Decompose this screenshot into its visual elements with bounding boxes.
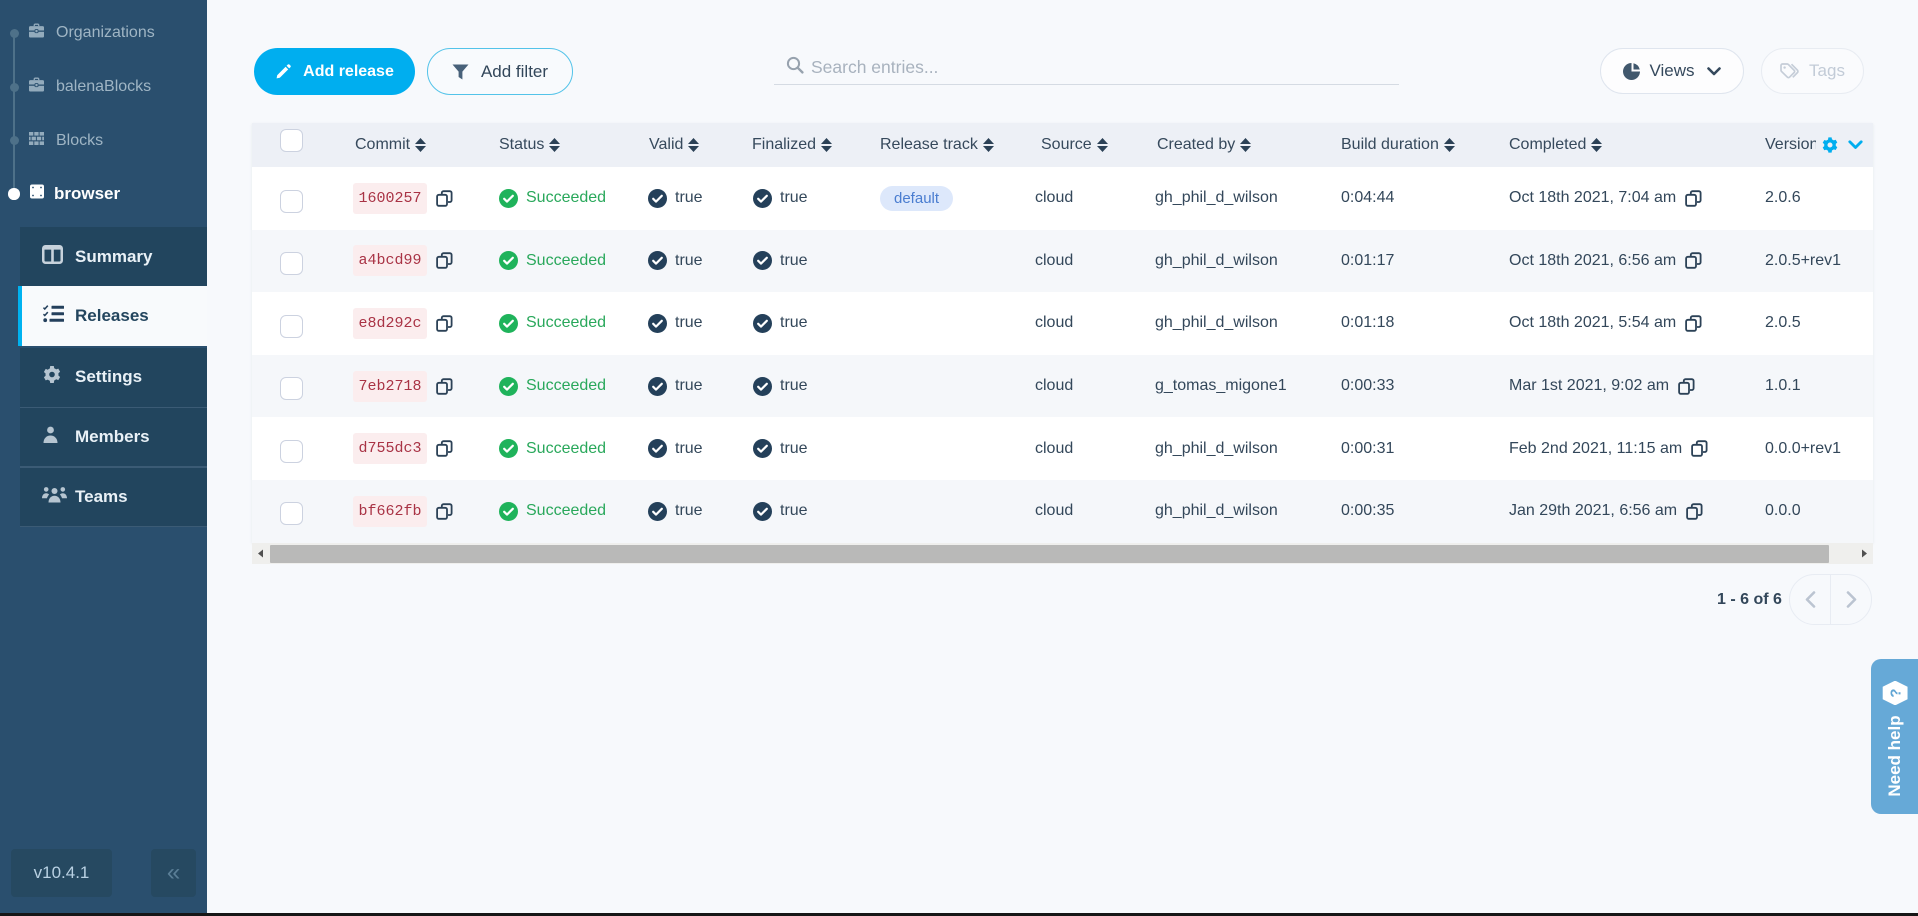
svg-text:?: ? bbox=[1888, 688, 1905, 697]
